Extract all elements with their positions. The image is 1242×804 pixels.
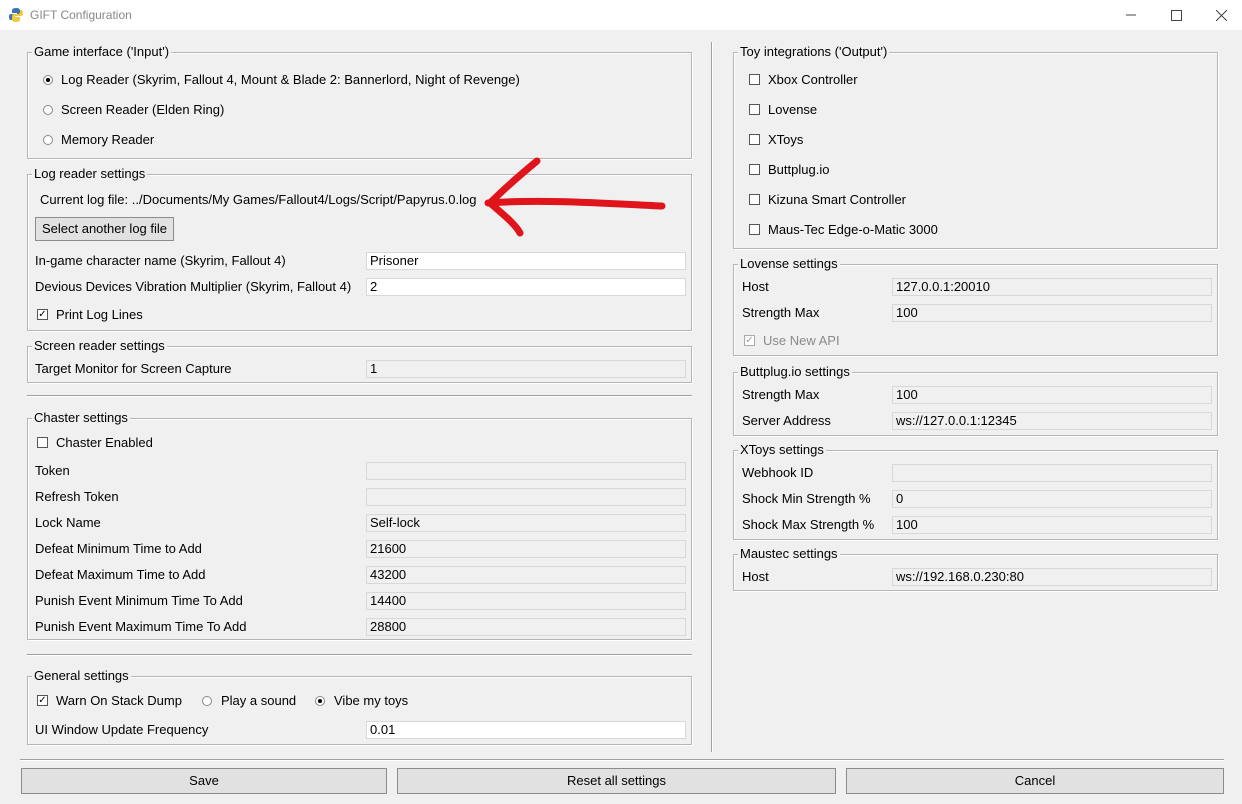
xtoys-label: XToys (768, 132, 804, 147)
lovense-settings-title: Lovense settings (738, 256, 840, 272)
refresh-token-label: Refresh Token (35, 489, 119, 504)
play-sound-label: Play a sound (221, 693, 297, 708)
token-label: Token (35, 463, 70, 478)
defeat-max-input[interactable]: 43200 (366, 566, 686, 584)
cancel-button[interactable]: Cancel (846, 768, 1224, 794)
refresh-token-input[interactable] (366, 488, 686, 506)
log-reader-radio[interactable] (43, 75, 53, 85)
buttplug-label: Buttplug.io (768, 162, 830, 177)
minimize-button[interactable] (1108, 0, 1154, 30)
current-log-path: ../Documents/My Games/Fallout4/Logs/Scri… (131, 192, 477, 207)
window-title: GIFT Configuration (30, 8, 132, 22)
chaster-enabled-checkbox[interactable] (37, 437, 48, 448)
shock-max-label: Shock Max Strength % (742, 517, 875, 532)
webhook-id-label: Webhook ID (742, 465, 814, 480)
lovense-host-input[interactable]: 127.0.0.1:20010 (892, 278, 1212, 296)
separator (27, 395, 692, 397)
separator (20, 759, 1224, 761)
close-icon (1215, 9, 1227, 21)
save-button[interactable]: Save (21, 768, 387, 794)
separator (27, 654, 692, 656)
log-reader-title: Log reader settings (32, 166, 148, 182)
play-sound-radio[interactable] (202, 696, 212, 706)
buttplug-strength-input[interactable]: 100 (892, 386, 1212, 404)
vibration-multiplier-input[interactable]: 2 (366, 278, 686, 296)
select-log-file-button[interactable]: Select another log file (35, 217, 174, 241)
toy-integrations-title: Toy integrations ('Output') (738, 44, 890, 60)
warn-stack-dump-checkbox[interactable]: ✓ (37, 695, 48, 706)
current-log-prefix: Current log file: (40, 192, 129, 207)
general-title: General settings (32, 668, 131, 684)
maximize-icon (1170, 9, 1182, 21)
lovense-label: Lovense (768, 102, 818, 117)
maustec-label: Maus-Tec Edge-o-Matic 3000 (768, 222, 938, 237)
game-interface-title: Game interface ('Input') (32, 44, 172, 60)
target-monitor-label: Target Monitor for Screen Capture (35, 361, 232, 376)
reset-settings-button[interactable]: Reset all settings (397, 768, 836, 794)
xtoys-settings-title: XToys settings (738, 442, 826, 458)
maustec-checkbox[interactable] (749, 224, 760, 235)
memory-reader-radio[interactable] (43, 135, 53, 145)
use-new-api-label: Use New API (763, 333, 840, 348)
xtoys-checkbox[interactable] (749, 134, 760, 145)
defeat-min-label: Defeat Minimum Time to Add (35, 541, 202, 556)
webhook-id-input[interactable] (892, 464, 1212, 482)
title-bar (0, 0, 1242, 30)
server-address-input[interactable]: ws://127.0.0.1:12345 (892, 412, 1212, 430)
screen-reader-radio[interactable] (43, 105, 53, 115)
lock-name-input[interactable]: Self-lock (366, 514, 686, 532)
token-input[interactable] (366, 462, 686, 480)
defeat-max-label: Defeat Maximum Time to Add (35, 567, 206, 582)
character-name-label: In-game character name (Skyrim, Fallout … (35, 253, 286, 268)
vibe-toys-label: Vibe my toys (334, 693, 409, 708)
buttplug-strength-label: Strength Max (742, 387, 820, 402)
xbox-controller-checkbox[interactable] (749, 74, 760, 85)
punish-max-input[interactable]: 28800 (366, 618, 686, 636)
kizuna-checkbox[interactable] (749, 194, 760, 205)
character-name-input[interactable]: Prisoner (366, 252, 686, 270)
buttplug-settings-title: Buttplug.io settings (738, 364, 852, 380)
chaster-enabled-label: Chaster Enabled (56, 435, 153, 450)
ui-frequency-input[interactable]: 0.01 (366, 721, 686, 739)
lovense-checkbox[interactable] (749, 104, 760, 115)
defeat-min-input[interactable]: 21600 (366, 540, 686, 558)
lovense-host-label: Host (742, 279, 769, 294)
kizuna-label: Kizuna Smart Controller (768, 192, 906, 207)
lovense-strength-input[interactable]: 100 (892, 304, 1212, 322)
vibe-toys-radio[interactable] (315, 696, 325, 706)
log-reader-label: Log Reader (Skyrim, Fallout 4, Mount & B… (61, 72, 520, 87)
screen-reader-label: Screen Reader (Elden Ring) (61, 102, 225, 117)
minimize-icon (1126, 14, 1136, 16)
use-new-api-checkbox[interactable]: ✓ (744, 335, 755, 346)
warn-stack-dump-label: Warn On Stack Dump (56, 693, 182, 708)
target-monitor-input[interactable]: 1 (366, 360, 686, 378)
maustec-host-input[interactable]: ws://192.168.0.230:80 (892, 568, 1212, 586)
lock-name-label: Lock Name (35, 515, 101, 530)
shock-min-input[interactable]: 0 (892, 490, 1212, 508)
print-log-lines-label: Print Log Lines (56, 307, 143, 322)
ui-frequency-label: UI Window Update Frequency (35, 722, 209, 737)
xbox-controller-label: Xbox Controller (768, 72, 858, 87)
maustec-settings-title: Maustec settings (738, 546, 840, 562)
screen-reader-title: Screen reader settings (32, 338, 167, 354)
python-logo-icon (9, 8, 23, 22)
shock-max-input[interactable]: 100 (892, 516, 1212, 534)
current-log-file: Current log file: ../Documents/My Games/… (40, 192, 476, 208)
close-button[interactable] (1198, 0, 1242, 30)
punish-max-label: Punish Event Maximum Time To Add (35, 619, 247, 634)
server-address-label: Server Address (742, 413, 831, 428)
vibration-multiplier-label: Devious Devices Vibration Multiplier (Sk… (35, 279, 352, 294)
maustec-host-label: Host (742, 569, 769, 584)
chaster-title: Chaster settings (32, 410, 130, 426)
shock-min-label: Shock Min Strength % (742, 491, 871, 506)
column-separator (711, 42, 713, 752)
punish-min-label: Punish Event Minimum Time To Add (35, 593, 243, 608)
lovense-strength-label: Strength Max (742, 305, 820, 320)
buttplug-checkbox[interactable] (749, 164, 760, 175)
maximize-button[interactable] (1153, 0, 1199, 30)
print-log-lines-checkbox[interactable]: ✓ (37, 309, 48, 320)
memory-reader-label: Memory Reader (61, 132, 155, 147)
punish-min-input[interactable]: 14400 (366, 592, 686, 610)
annotation-arrow-icon (484, 157, 666, 237)
